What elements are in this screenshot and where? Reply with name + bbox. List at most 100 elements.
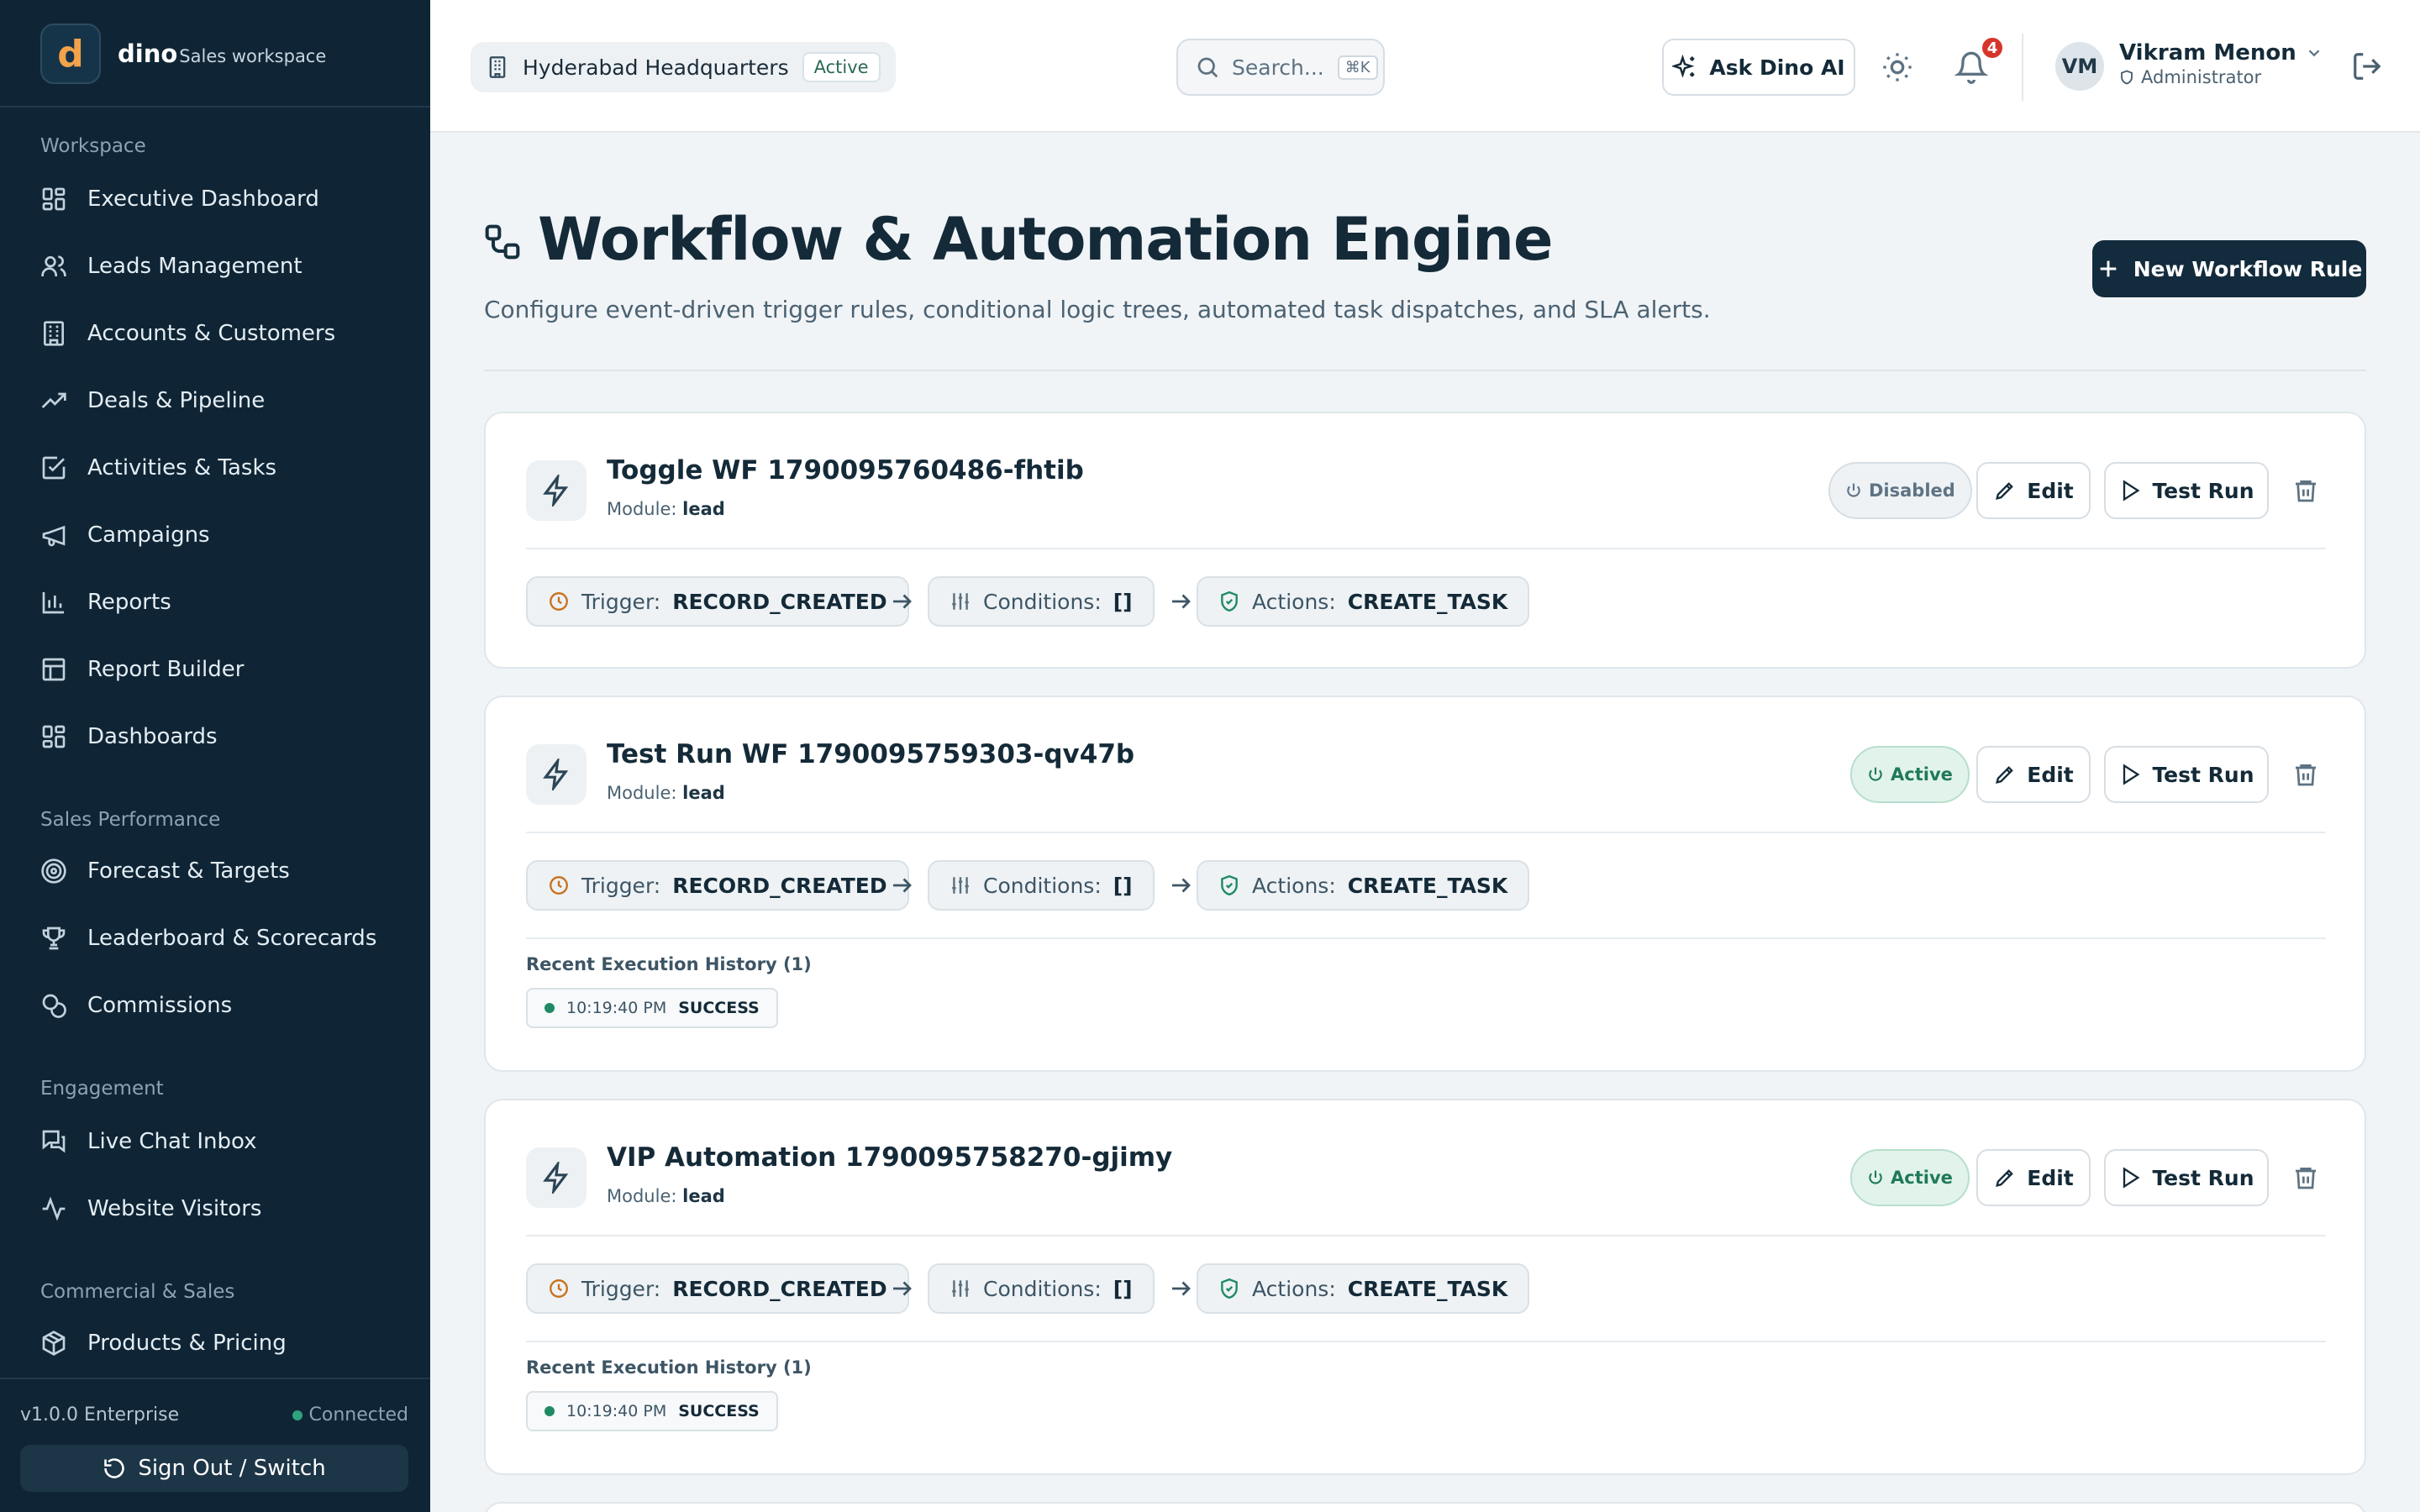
shield-check-icon	[1221, 1278, 1238, 1299]
clock-icon	[550, 592, 568, 611]
actions-label: Actions:	[1252, 873, 1336, 898]
trash-icon[interactable]	[2292, 1164, 2319, 1191]
sparkles-icon	[1672, 55, 1695, 78]
chat-icon	[42, 1130, 66, 1153]
sidebar-item-website-visitors[interactable]: Website Visitors	[40, 1184, 261, 1234]
conditions-chip: Conditions: []	[928, 860, 1155, 911]
search-input[interactable]: Search... ⌘K	[1176, 39, 1385, 96]
sidebar-item-label: Executive Dashboard	[87, 186, 319, 212]
execution-history-entry: 10:19:40 PM SUCCESS	[526, 1391, 778, 1431]
workflow-card: Test Run WF 1790095759303-qv47b Module: …	[484, 696, 2366, 1072]
actions-value: CREATE_TASK	[1347, 589, 1508, 614]
sidebar-item-forecast-targets[interactable]: Forecast & Targets	[40, 846, 290, 896]
sidebar-item-deals-pipeline[interactable]: Deals & Pipeline	[40, 375, 265, 426]
power-icon	[1869, 767, 1882, 781]
workflow-icon-box	[526, 744, 587, 805]
conditions-value: []	[1113, 873, 1133, 898]
checkbox-icon	[42, 456, 66, 480]
conditions-label: Conditions:	[983, 1276, 1102, 1301]
sidebar-item-label: Accounts & Customers	[87, 321, 336, 346]
sidebar-item-leaderboard[interactable]: Leaderboard & Scorecards	[40, 913, 376, 963]
power-icon	[1847, 483, 1860, 497]
dashboard-icon	[42, 725, 66, 748]
play-icon	[2123, 1167, 2140, 1189]
lightning-icon	[543, 759, 569, 790]
sidebar-item-campaigns[interactable]: Campaigns	[40, 510, 210, 560]
sidebar-item-accounts-customers[interactable]: Accounts & Customers	[40, 308, 335, 359]
test-run-label: Test Run	[2152, 1165, 2254, 1190]
brand-subtitle: Sales workspace	[179, 46, 327, 66]
sidebar-item-commissions[interactable]: Commissions	[40, 980, 232, 1031]
edit-button[interactable]: Edit	[1976, 1149, 2091, 1206]
ask-ai-button[interactable]: Ask Dino AI	[1662, 39, 1855, 96]
trophy-icon	[42, 927, 66, 950]
target-icon	[41, 858, 66, 884]
status-toggle[interactable]: Active	[1850, 1149, 1970, 1206]
arrow-right-icon	[1172, 878, 1191, 893]
edit-button[interactable]: Edit	[1976, 746, 2091, 803]
brand[interactable]: d dino Sales workspace	[40, 24, 326, 84]
sign-out-button[interactable]: Sign Out / Switch	[20, 1445, 408, 1492]
test-run-label: Test Run	[2152, 762, 2254, 787]
logout-icon[interactable]	[2351, 50, 2383, 82]
page-title: Workflow & Automation Engine	[538, 205, 1553, 274]
workflow-module: Module: lead	[607, 783, 725, 803]
table-icon	[42, 658, 66, 681]
sidebar-item-label: Products & Pricing	[87, 1331, 287, 1356]
module-value: lead	[682, 783, 725, 803]
package-icon	[42, 1331, 66, 1356]
status-toggle[interactable]: Active	[1850, 746, 1970, 803]
sidebar-item-label: Forecast & Targets	[87, 858, 290, 884]
arrow-right-icon	[893, 878, 912, 893]
execution-result: SUCCESS	[678, 999, 760, 1017]
brand-logo: d	[40, 24, 101, 84]
location-name: Hyderabad Headquarters	[523, 55, 789, 80]
workflow-icon	[485, 224, 520, 260]
shield-icon	[2121, 70, 2133, 85]
megaphone-icon	[42, 525, 66, 547]
avatar[interactable]: VM	[2055, 42, 2104, 91]
test-run-button[interactable]: Test Run	[2104, 462, 2269, 519]
test-run-button[interactable]: Test Run	[2104, 1149, 2269, 1206]
workflow-icon-box	[526, 460, 587, 521]
user-menu[interactable]: Vikram Menon	[2119, 40, 2323, 66]
module-label: Module:	[607, 499, 677, 519]
connection-status: Connected	[292, 1404, 408, 1425]
status-label: Active	[1891, 764, 1953, 785]
nav-group-label: Commercial & Sales	[40, 1281, 235, 1303]
module-value: lead	[682, 499, 725, 519]
sidebar-item-label: Dashboards	[87, 724, 218, 749]
module-label: Module:	[607, 1186, 677, 1206]
version-label: v1.0.0 Enterprise	[20, 1404, 180, 1425]
status-label: Disabled	[1869, 480, 1955, 501]
sidebar-item-reports[interactable]: Reports	[40, 577, 171, 627]
sidebar-item-products-pricing[interactable]: Products & Pricing	[40, 1318, 287, 1368]
status-label: Active	[1891, 1168, 1953, 1188]
sidebar-item-label: Leaderboard & Scorecards	[87, 926, 377, 951]
trash-icon[interactable]	[2292, 761, 2319, 788]
sidebar-item-executive-dashboard[interactable]: Executive Dashboard	[40, 174, 319, 224]
trigger-value: RECORD_CREATED	[672, 1276, 887, 1301]
location-selector[interactable]: Hyderabad Headquarters Active	[471, 42, 896, 92]
new-workflow-rule-button[interactable]: New Workflow Rule	[2092, 240, 2366, 297]
top-header: Hyderabad Headquarters Active Search... …	[430, 0, 2420, 133]
page-subtitle: Configure event-driven trigger rules, co…	[484, 296, 1711, 323]
sidebar-item-label: Report Builder	[87, 657, 245, 682]
test-run-button[interactable]: Test Run	[2104, 746, 2269, 803]
sidebar-item-leads-management[interactable]: Leads Management	[40, 241, 302, 291]
sidebar-item-dashboards[interactable]: Dashboards	[40, 711, 218, 762]
edit-button[interactable]: Edit	[1976, 462, 2091, 519]
sun-icon[interactable]	[1881, 50, 1914, 84]
sidebar-item-live-chat-inbox[interactable]: Live Chat Inbox	[40, 1116, 257, 1167]
search-shortcut: ⌘K	[1337, 55, 1378, 80]
trash-icon[interactable]	[2292, 477, 2319, 504]
activity-icon	[42, 1196, 66, 1221]
status-dot-icon	[292, 1410, 302, 1420]
card-divider	[526, 832, 2326, 833]
search-placeholder: Search...	[1232, 55, 1324, 80]
sidebar-item-activities-tasks[interactable]: Activities & Tasks	[40, 443, 276, 493]
sidebar-item-report-builder[interactable]: Report Builder	[40, 644, 244, 695]
status-toggle[interactable]: Disabled	[1828, 462, 1972, 519]
sign-out-label: Sign Out / Switch	[138, 1456, 326, 1481]
pencil-icon	[1996, 766, 2014, 784]
